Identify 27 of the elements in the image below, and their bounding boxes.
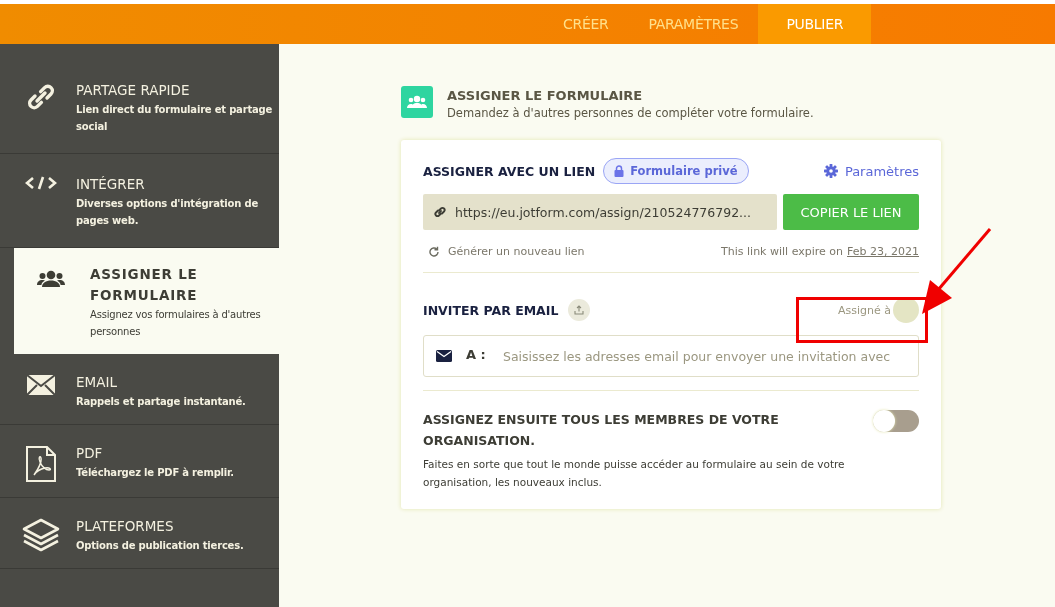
section-heading: INVITER PAR EMAIL (423, 302, 559, 318)
people-icon (401, 86, 433, 118)
sidebar-item[interactable]: ASSIGNER LE FORMULAIRE Assignez vos formulaires à d'autres personnes (14, 248, 279, 354)
link-icon (433, 205, 447, 219)
sidebar-item[interactable]: PDF Téléchargez le PDF à remplir. (0, 425, 279, 498)
sidebar-item[interactable]: EMAIL Rappels et partage instantané. (0, 354, 279, 425)
link-field[interactable]: https://eu.jotform.com/assign/210524776792... (423, 194, 777, 230)
section-heading: ASSIGNEZ ENSUITE TOUS LES MEMBRES DE VOTRE ORGANISATION. (423, 411, 780, 450)
private-badge: Formulaire privé (603, 158, 749, 184)
refresh-icon (428, 245, 440, 258)
section-heading: ASSIGNER AVEC UN LIEN (423, 163, 596, 179)
to-label: A : (466, 347, 486, 362)
sidebar-item[interactable]: PARTAGE RAPIDE Lien direct du formulaire et partage social (0, 44, 279, 154)
section-title: ASSIGNER LE FORMULAIRE (447, 88, 644, 103)
assigned-label: Assigné à (838, 303, 891, 317)
layers-icon (20, 518, 62, 554)
sidebar-item[interactable]: PLATEFORMES Options de publication tierces. (0, 498, 279, 569)
regenerate-link[interactable]: Générer un nouveau lien (428, 245, 585, 258)
upload-icon[interactable] (568, 299, 591, 321)
expiry-text: This link will expire on (721, 245, 844, 258)
lock-icon (614, 165, 625, 177)
toggle-switch[interactable] (873, 410, 919, 432)
settings-icon (823, 164, 838, 178)
expiry-date: Feb 23, 2021 (847, 245, 919, 258)
section-description: Faites en sorte que tout le monde puisse accéder au formulaire au sein de votre organisation, les nouveaux inclus. (423, 457, 846, 490)
settings-link[interactable]: Paramètres (823, 163, 919, 179)
section-subtitle: Demandez à d'autres personnes de compléter votre formulaire. (447, 106, 814, 120)
